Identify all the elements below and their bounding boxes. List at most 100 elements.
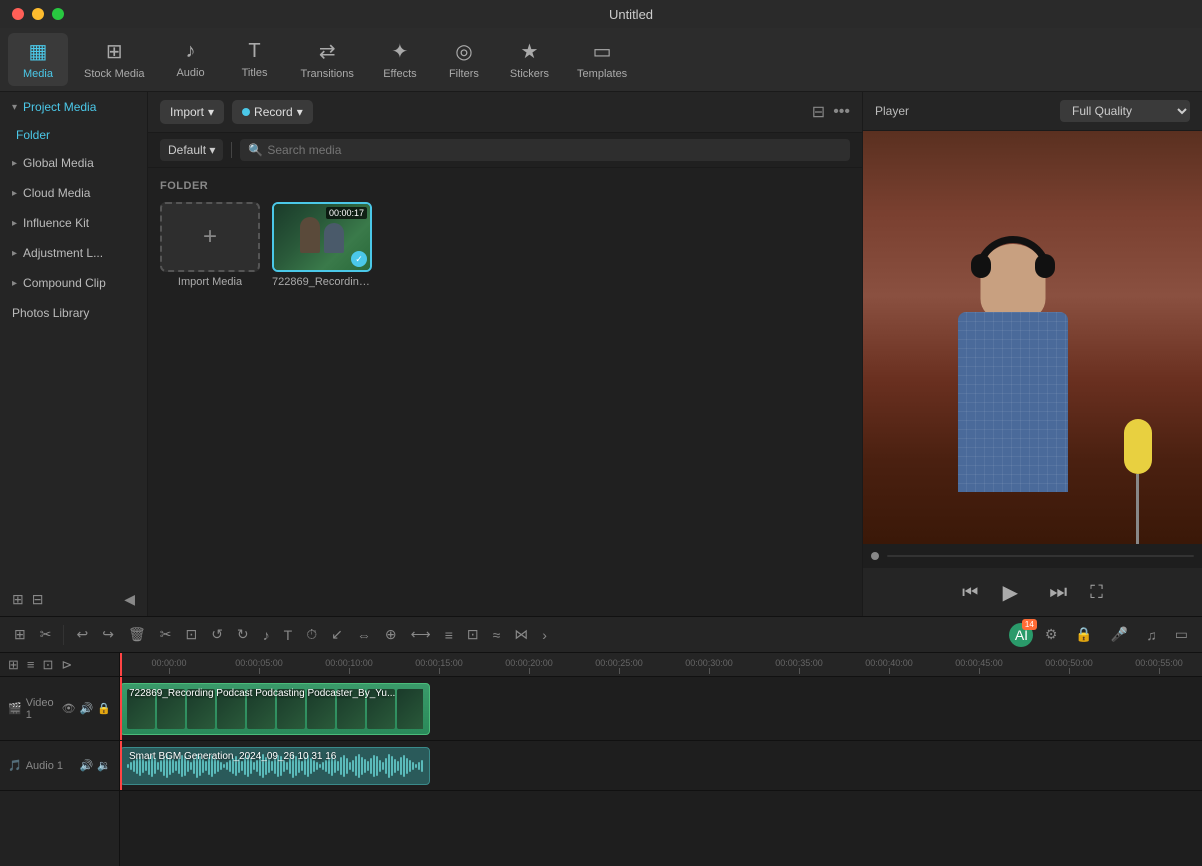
mic-stand [1136,474,1139,544]
sidebar-item-compound-clip[interactable]: ▸ Compound Clip [0,268,147,298]
wave-bar [376,756,378,776]
fullscreen-button[interactable]: ⛶ [1090,582,1103,603]
rotate-left-button[interactable]: ↺ [205,622,229,647]
timeline-zoom-tool[interactable]: ⊳ [59,655,74,675]
stabilize-button[interactable]: ⊡ [461,622,485,647]
wave-bar [394,759,396,773]
media-content: FOLDER + Import Media [148,168,862,616]
cut-button[interactable]: ✂ [154,622,178,647]
snap-tool[interactable]: ⊞ [6,655,21,675]
timeline-tool-select[interactable]: ⊞ [8,622,32,647]
player-progress-bar[interactable] [863,544,1202,568]
wave-bar [379,760,381,772]
sidebar-item-project-media[interactable]: ▾ Project Media [0,92,147,122]
toolbar-item-stock[interactable]: ⊞ Stock Media [72,33,157,86]
color-button[interactable]: ≈ [487,623,507,647]
wave-bar [175,761,177,771]
zoom-fit-button[interactable]: ↙ [325,622,349,647]
import-button[interactable]: Import ▾ [160,100,224,124]
collapse-sidebar-icon[interactable]: ◀ [124,591,135,608]
crop-button[interactable]: ⊡ [179,622,203,647]
delete-button[interactable]: 🗑 [122,622,152,647]
undo-button[interactable]: ↩ [70,622,94,647]
toolbar-item-templates[interactable]: ▭ Templates [565,33,639,86]
sidebar-item-label: Adjustment L... [23,246,103,260]
rotate-right-button[interactable]: ↻ [231,622,255,647]
list-view-button[interactable]: ≡ [439,623,459,647]
ruler-tick: 00:00:15:00 [394,658,484,674]
sidebar-item-photos-library[interactable]: Photos Library [0,298,147,328]
toolbar-item-effects[interactable]: ✦ Effects [370,33,430,86]
wave-bar [130,762,132,770]
more-options-icon[interactable]: ••• [833,103,850,121]
more-tools-button[interactable]: › [536,623,553,647]
video-thumb[interactable]: 00:00:17 ✓ [272,202,372,272]
audio-volume-icon[interactable]: 🔉 [97,759,111,772]
search-box: 🔍 [240,139,850,161]
quality-dropdown[interactable]: Full Quality Half Quality Quarter Qualit… [1060,100,1190,122]
lock-icon[interactable]: 🔒 [1069,622,1098,647]
sidebar-item-folder[interactable]: Folder [0,122,147,148]
video-lock-icon[interactable]: 🔒 [97,702,111,715]
microphone-icon[interactable]: 🎤 [1105,622,1134,647]
video-clip[interactable]: 722869_Recording Podcast Podcasting Podc… [120,683,430,735]
sidebar-item-cloud-media[interactable]: ▸ Cloud Media [0,178,147,208]
toolbar-item-filters[interactable]: ◎ Filters [434,33,494,86]
wave-bar [241,761,243,771]
ruler-tick: 00:00:30:00 [664,658,754,674]
toolbar-item-audio[interactable]: ♪ Audio [161,34,221,85]
keyframe-button[interactable]: ⋈ [508,622,534,647]
media-icon: ▦ [29,39,48,64]
step-back-button[interactable]: ⏮ [962,582,978,603]
video-volume-icon[interactable]: 🔊 [80,702,94,715]
split-button[interactable]: ⇔ [351,623,377,647]
toolbar-item-stickers[interactable]: ★ Stickers [498,33,561,86]
list-item[interactable]: 00:00:17 ✓ 722869_Recording P... [272,202,372,288]
wave-bar [205,761,207,771]
import-folder-icon[interactable]: ⊟ [32,591,44,608]
caption-icon[interactable]: ▭ [1169,622,1194,647]
extend-button[interactable]: ⟷ [405,622,437,647]
list-item[interactable]: + Import Media [160,202,260,288]
audio-mute-icon[interactable]: 🔊 [80,759,94,772]
record-button[interactable]: Record ▾ [232,100,313,124]
sidebar-item-label: Photos Library [12,306,89,320]
sidebar-item-global-media[interactable]: ▸ Global Media [0,148,147,178]
filter-icon[interactable]: ⊟ [812,102,825,122]
play-forward-button[interactable]: ⏭ [1042,576,1074,608]
play-button[interactable]: ▶ [994,576,1026,608]
sidebar-item-influence-kit[interactable]: ▸ Influence Kit [0,208,147,238]
transition-button[interactable]: ⊕ [379,622,403,647]
wave-bar [406,758,408,774]
redo-button[interactable]: ↪ [96,622,120,647]
toolbar-item-titles[interactable]: T Titles [225,34,285,85]
video-mute-icon[interactable]: 👁 [62,702,76,715]
record-chevron-icon: ▾ [297,105,303,119]
sidebar-item-adjustment-l[interactable]: ▸ Adjustment L... [0,238,147,268]
close-button[interactable] [12,8,24,20]
timeline-tool-trim[interactable]: ✂ [34,622,58,647]
audio-clip[interactable]: Smart BGM Generation_2024_09_26 10 31 16 [120,747,430,785]
chevron-right-icon: ▸ [12,188,17,199]
text-tool-button[interactable]: T [278,623,299,647]
minimize-button[interactable] [32,8,44,20]
search-input[interactable] [267,143,842,157]
settings-icon[interactable]: ⚙ [1039,622,1064,647]
maximize-button[interactable] [52,8,64,20]
music-icon[interactable]: ♫ [1140,623,1163,647]
ripple-tool[interactable]: ≡ [25,655,37,674]
timeline-playhead[interactable] [120,653,122,676]
audio-tool-button[interactable]: ♪ [257,623,276,647]
toolbar-item-media[interactable]: ▦ Media [8,33,68,86]
wave-bar [271,761,273,771]
import-media-thumb[interactable]: + [160,202,260,272]
track-headers: ⊞ ≡ ⊡ ⊳ 🎬 Video 1 👁 🔊 🔒 🎵 Audio 1 [0,653,120,866]
magnet-tool[interactable]: ⊡ [41,655,56,675]
wave-bar [400,757,402,775]
toolbar-item-transitions[interactable]: ⇄ Transitions [289,33,366,86]
sort-dropdown[interactable]: Default ▾ [160,139,223,161]
new-folder-icon[interactable]: ⊞ [12,591,24,608]
speed-button[interactable]: ⏱ [300,622,323,647]
timeline-ruler: 00:00:00 00:00:05:00 00:00:10:00 00:00:1… [120,653,1202,677]
sidebar-item-label: Influence Kit [23,216,89,230]
